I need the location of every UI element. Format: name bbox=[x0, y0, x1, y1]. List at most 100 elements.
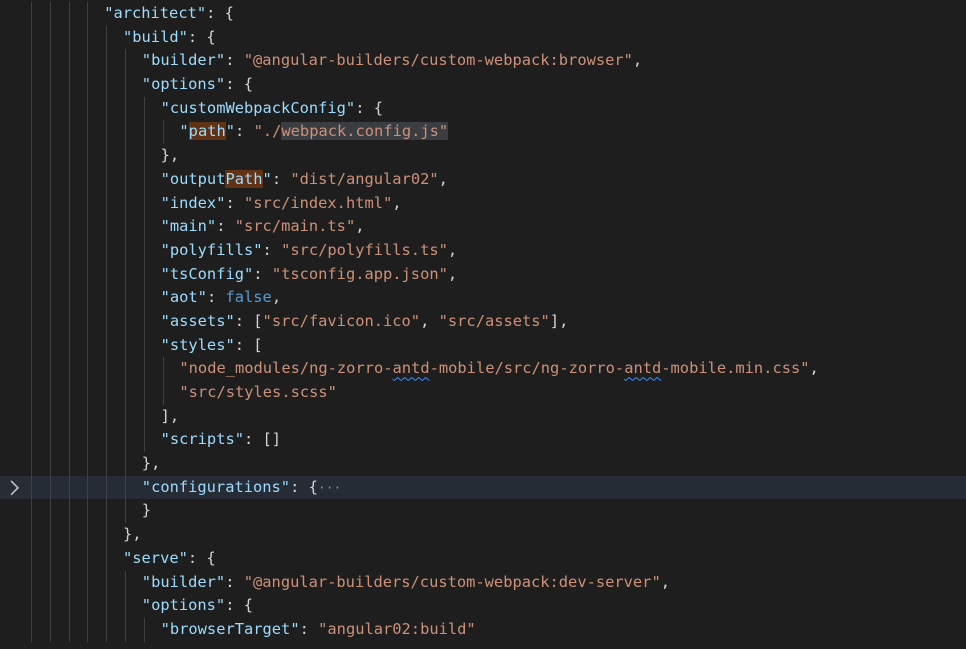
json-key: Path bbox=[225, 169, 263, 188]
indent-guide bbox=[49, 120, 51, 145]
indent-guide bbox=[49, 452, 51, 476]
indent-guide bbox=[87, 96, 89, 121]
code-line[interactable]: "main": "src/main.ts", bbox=[0, 215, 966, 239]
code-line[interactable]: "src/styles.scss" bbox=[0, 381, 966, 405]
code-line[interactable]: }, bbox=[0, 452, 966, 476]
json-key: "scripts" bbox=[160, 430, 244, 449]
indent-guide bbox=[87, 167, 89, 192]
json-string: "src/assets" bbox=[438, 311, 550, 330]
indent-guide bbox=[49, 191, 51, 216]
json-punctuation: : { bbox=[225, 75, 254, 94]
indent-guide bbox=[49, 594, 51, 618]
indent-guide bbox=[87, 523, 89, 547]
json-punctuation: } bbox=[141, 501, 152, 520]
indent-guide bbox=[49, 475, 51, 500]
indent-guide bbox=[49, 49, 51, 74]
code-line[interactable]: "polyfills": "src/polyfills.ts", bbox=[0, 238, 966, 263]
folded-ellipsis[interactable]: ··· bbox=[318, 481, 341, 496]
indent-guide bbox=[68, 428, 70, 453]
code-line[interactable]: }, bbox=[0, 523, 966, 547]
json-punctuation: : bbox=[225, 193, 245, 212]
code-line[interactable]: "node_modules/ng-zorro-antd-mobile/src/n… bbox=[0, 357, 966, 381]
json-string: -mobile.min.css" bbox=[661, 359, 810, 378]
code-text: "styles": [ bbox=[161, 334, 263, 358]
code-text: }, bbox=[161, 144, 180, 168]
json-punctuation: : bbox=[262, 240, 282, 259]
indent-guide bbox=[49, 546, 51, 571]
indent-guide bbox=[31, 404, 32, 429]
json-key: "output bbox=[160, 169, 226, 188]
indent-guide bbox=[106, 238, 108, 263]
code-line[interactable]: "options": { bbox=[0, 73, 966, 97]
indent-guide bbox=[106, 381, 108, 405]
indent-guide bbox=[106, 475, 108, 500]
indent-guide bbox=[87, 381, 89, 405]
indent-guide bbox=[87, 499, 89, 524]
indent-guide bbox=[125, 238, 126, 263]
code-line[interactable]: "styles": [ bbox=[0, 333, 966, 358]
indent-guide bbox=[125, 570, 126, 595]
chevron-right-icon[interactable] bbox=[6, 476, 24, 500]
code-line[interactable]: "index": "src/index.html", bbox=[0, 191, 966, 216]
code-line[interactable]: "browserTarget": "angular02:build" bbox=[0, 617, 966, 642]
indent-guide bbox=[125, 73, 126, 97]
indent-guide bbox=[31, 523, 32, 547]
indent-guide bbox=[125, 286, 126, 310]
json-punctuation: : bbox=[216, 217, 235, 236]
json-punctuation: : [ bbox=[234, 335, 263, 354]
code-line[interactable]: "customWebpackConfig": { bbox=[0, 96, 966, 121]
json-key: "builder" bbox=[141, 572, 226, 591]
code-line[interactable]: "options": { bbox=[0, 594, 966, 618]
code-line[interactable]: "architect": { bbox=[0, 2, 966, 26]
indent-guide bbox=[143, 238, 145, 263]
indent-guide bbox=[143, 309, 145, 334]
json-string: antd bbox=[392, 359, 430, 378]
code-editor[interactable]: "architect": {"build": {"builder": "@ang… bbox=[0, 0, 966, 649]
indent-guide bbox=[31, 570, 32, 595]
code-line[interactable]: "builder": "@angular-builders/custom-web… bbox=[0, 49, 966, 74]
indent-guide bbox=[31, 215, 32, 239]
indent-guide bbox=[162, 120, 164, 145]
code-text: "main": "src/main.ts", bbox=[161, 215, 365, 239]
code-line[interactable]: ], bbox=[0, 404, 966, 429]
indent-guide bbox=[125, 144, 126, 168]
code-line[interactable]: "build": { bbox=[0, 25, 966, 50]
code-lines: "architect": {"build": {"builder": "@ang… bbox=[0, 2, 966, 642]
json-key: "options" bbox=[141, 596, 226, 615]
code-line[interactable]: "serve": { bbox=[0, 546, 966, 571]
code-line[interactable]: "builder": "@angular-builders/custom-web… bbox=[0, 570, 966, 595]
code-text: "src/styles.scss" bbox=[179, 381, 337, 405]
code-text: }, bbox=[142, 452, 161, 476]
indent-guide bbox=[125, 475, 126, 500]
indent-guide bbox=[87, 120, 89, 145]
indent-guide bbox=[143, 617, 145, 642]
indent-guide bbox=[49, 428, 51, 453]
indent-guide bbox=[125, 357, 126, 381]
code-line-current[interactable]: "configurations": {··· bbox=[0, 475, 966, 500]
code-line[interactable]: } bbox=[0, 499, 966, 524]
indent-guide bbox=[31, 96, 32, 121]
indent-guide bbox=[106, 309, 108, 334]
code-line[interactable]: }, bbox=[0, 144, 966, 168]
code-line[interactable]: "outputPath": "dist/angular02", bbox=[0, 167, 966, 192]
code-line[interactable]: "path": "./webpack.config.js" bbox=[0, 120, 966, 145]
indent-guide bbox=[68, 215, 70, 239]
code-line[interactable]: "tsConfig": "tsconfig.app.json", bbox=[0, 262, 966, 287]
code-text: "customWebpackConfig": { bbox=[161, 97, 383, 121]
indent-guide bbox=[87, 594, 89, 618]
indent-guide bbox=[87, 144, 89, 168]
indent-guide bbox=[87, 2, 89, 26]
indent-guide bbox=[31, 333, 32, 358]
json-key: "main" bbox=[160, 217, 217, 236]
indent-guide bbox=[31, 309, 32, 334]
json-punctuation: : bbox=[253, 264, 272, 283]
code-line[interactable]: "scripts": [] bbox=[0, 428, 966, 453]
code-line[interactable]: "assets": ["src/favicon.ico", "src/asset… bbox=[0, 309, 966, 334]
json-punctuation: }, bbox=[141, 454, 161, 473]
json-punctuation: : { bbox=[187, 27, 216, 46]
indent-guide bbox=[143, 191, 145, 216]
code-line[interactable]: "aot": false, bbox=[0, 286, 966, 310]
indent-guide bbox=[68, 381, 70, 405]
json-string: -mobile/src/ng-zorro- bbox=[429, 359, 625, 378]
indent-guide bbox=[87, 546, 89, 571]
